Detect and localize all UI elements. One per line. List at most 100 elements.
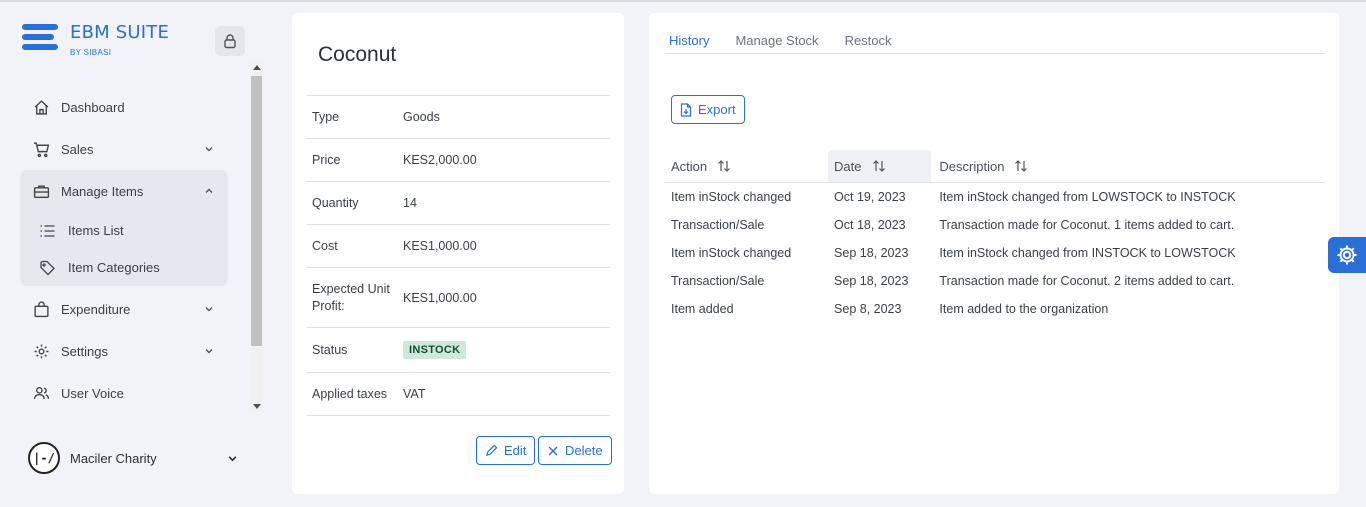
close-icon [547, 445, 559, 457]
sidebar-scrollbar[interactable] [250, 62, 263, 412]
sidebar-item-label: Settings [61, 343, 108, 359]
briefcase-icon [32, 182, 50, 200]
brand-logo-icon [22, 22, 60, 58]
settings-fab-button[interactable] [1328, 237, 1366, 273]
edit-button[interactable]: Edit [476, 436, 536, 465]
delete-button-label: Delete [565, 443, 603, 458]
field-key: Expected Unit Profit: [312, 281, 390, 313]
field-key: Applied taxes [312, 386, 388, 401]
file-export-icon [680, 102, 692, 117]
cart-icon [32, 140, 50, 158]
field-row-expected-profit: Expected Unit Profit: KES1,000.00 [306, 268, 610, 328]
sort-icon [872, 159, 886, 173]
sidebar-item-expenditure[interactable]: Expenditure [20, 288, 228, 330]
cell-action: Item inStock changed [671, 190, 792, 204]
history-table: Action Date Description Item inStock cha… [665, 150, 1325, 323]
table-row: Item added Sep 8, 2023 Item added to the… [665, 295, 1325, 323]
sidebar-subitem-label: Item Categories [68, 260, 160, 275]
cell-action: Transaction/Sale [671, 218, 765, 232]
column-header-action[interactable]: Action [665, 150, 826, 182]
cell-action: Item inStock changed [671, 246, 792, 260]
users-icon [32, 384, 50, 402]
table-row: Transaction/Sale Oct 18, 2023 Transactio… [665, 211, 1325, 239]
lock-icon [224, 34, 236, 49]
scroll-up-arrow-icon[interactable] [253, 65, 261, 70]
column-header-label: Date [834, 158, 862, 174]
sidebar-item-label: Dashboard [61, 99, 125, 115]
sidebar-item-dashboard[interactable]: Dashboard [20, 86, 228, 128]
user-menu[interactable]: |-/ Maciler Charity [28, 440, 244, 476]
sidebar-item-label: Expenditure [61, 301, 131, 317]
gear-icon [1337, 245, 1357, 265]
field-value: KES1,000.00 [403, 239, 477, 253]
column-header-label: Description [939, 158, 1005, 174]
gear-icon [32, 342, 50, 360]
edit-button-label: Edit [504, 443, 527, 458]
sidebar-item-sales[interactable]: Sales [20, 128, 228, 170]
bag-icon [32, 300, 50, 318]
sidebar-subitem-label: Items List [68, 223, 124, 238]
user-name: Maciler Charity [70, 450, 157, 466]
field-value: VAT [403, 387, 426, 401]
field-key: Type [312, 109, 340, 124]
cell-date: Sep 18, 2023 [834, 274, 909, 288]
cell-description: Item inStock changed from INSTOCK to LOW… [939, 246, 1236, 260]
scrollbar-thumb[interactable] [251, 76, 262, 346]
sidebar-subitem-items-list[interactable]: Items List [20, 212, 228, 249]
field-value: KES1,000.00 [403, 290, 477, 305]
scroll-down-arrow-icon[interactable] [253, 404, 261, 409]
tab-history[interactable]: History [665, 33, 709, 53]
chevron-down-icon [227, 452, 238, 467]
field-value: Goods [403, 110, 440, 124]
tag-icon [38, 259, 56, 277]
brand-title: EBM SUITE [70, 22, 170, 43]
tab-bar: History Manage Stock Restock [665, 33, 1325, 54]
export-button-label: Export [698, 102, 736, 117]
column-header-description[interactable]: Description [933, 150, 1325, 182]
brand[interactable]: EBM SUITE BY SIBASI [22, 22, 169, 58]
avatar: |-/ [28, 442, 60, 474]
field-row-quantity: Quantity 14 [306, 182, 610, 225]
field-value: 14 [403, 196, 417, 210]
table-row: Item inStock changed Oct 19, 2023 Item i… [665, 183, 1325, 211]
field-value: KES2,000.00 [403, 153, 477, 167]
cell-description: Item inStock changed from LOWSTOCK to IN… [939, 190, 1236, 204]
sort-icon [1014, 159, 1028, 173]
sidebar-item-user-voice[interactable]: User Voice [20, 372, 228, 414]
sidebar-item-manage-items[interactable]: Manage Items [20, 170, 228, 212]
home-icon [32, 98, 50, 116]
sidebar-item-label: Sales [61, 141, 94, 157]
item-fields: Type Goods Price KES2,000.00 Quantity 14… [306, 95, 610, 416]
brand-subtitle: BY SIBASI [70, 48, 112, 57]
export-button[interactable]: Export [671, 95, 745, 124]
cell-description: Transaction made for Coconut. 1 items ad… [939, 218, 1235, 232]
pencil-icon [485, 444, 498, 457]
cell-date: Oct 19, 2023 [834, 190, 906, 204]
field-key: Price [312, 152, 341, 167]
item-detail-card: Coconut Type Goods Price KES2,000.00 Qua… [292, 13, 624, 494]
field-key: Cost [312, 238, 338, 253]
sidebar-nav: Dashboard Sales Manage Items Items List … [20, 86, 228, 414]
sidebar-item-label: Manage Items [61, 183, 144, 199]
sidebar-subitem-item-categories[interactable]: Item Categories [20, 249, 228, 286]
cell-description: Transaction made for Coconut. 2 items ad… [939, 274, 1235, 288]
cell-action: Item added [671, 302, 734, 316]
item-title: Coconut [318, 43, 397, 66]
column-header-label: Action [671, 158, 708, 174]
table-row: Transaction/Sale Sep 18, 2023 Transactio… [665, 267, 1325, 295]
table-row: Item inStock changed Sep 18, 2023 Item i… [665, 239, 1325, 267]
cell-date: Sep 18, 2023 [834, 246, 909, 260]
cell-date: Sep 8, 2023 [834, 302, 902, 316]
field-row-price: Price KES2,000.00 [306, 139, 610, 182]
sidebar-item-settings[interactable]: Settings [20, 330, 228, 372]
tab-restock[interactable]: Restock [841, 33, 892, 53]
delete-button[interactable]: Delete [538, 436, 612, 465]
chevron-down-icon [204, 302, 214, 317]
column-header-date[interactable]: Date [828, 150, 932, 182]
status-badge: INSTOCK [403, 341, 467, 359]
sort-icon [717, 159, 731, 173]
lock-button[interactable] [215, 26, 245, 56]
tab-manage-stock[interactable]: Manage Stock [731, 33, 818, 53]
cell-description: Item added to the organization [939, 302, 1109, 316]
field-key: Quantity [312, 195, 359, 210]
